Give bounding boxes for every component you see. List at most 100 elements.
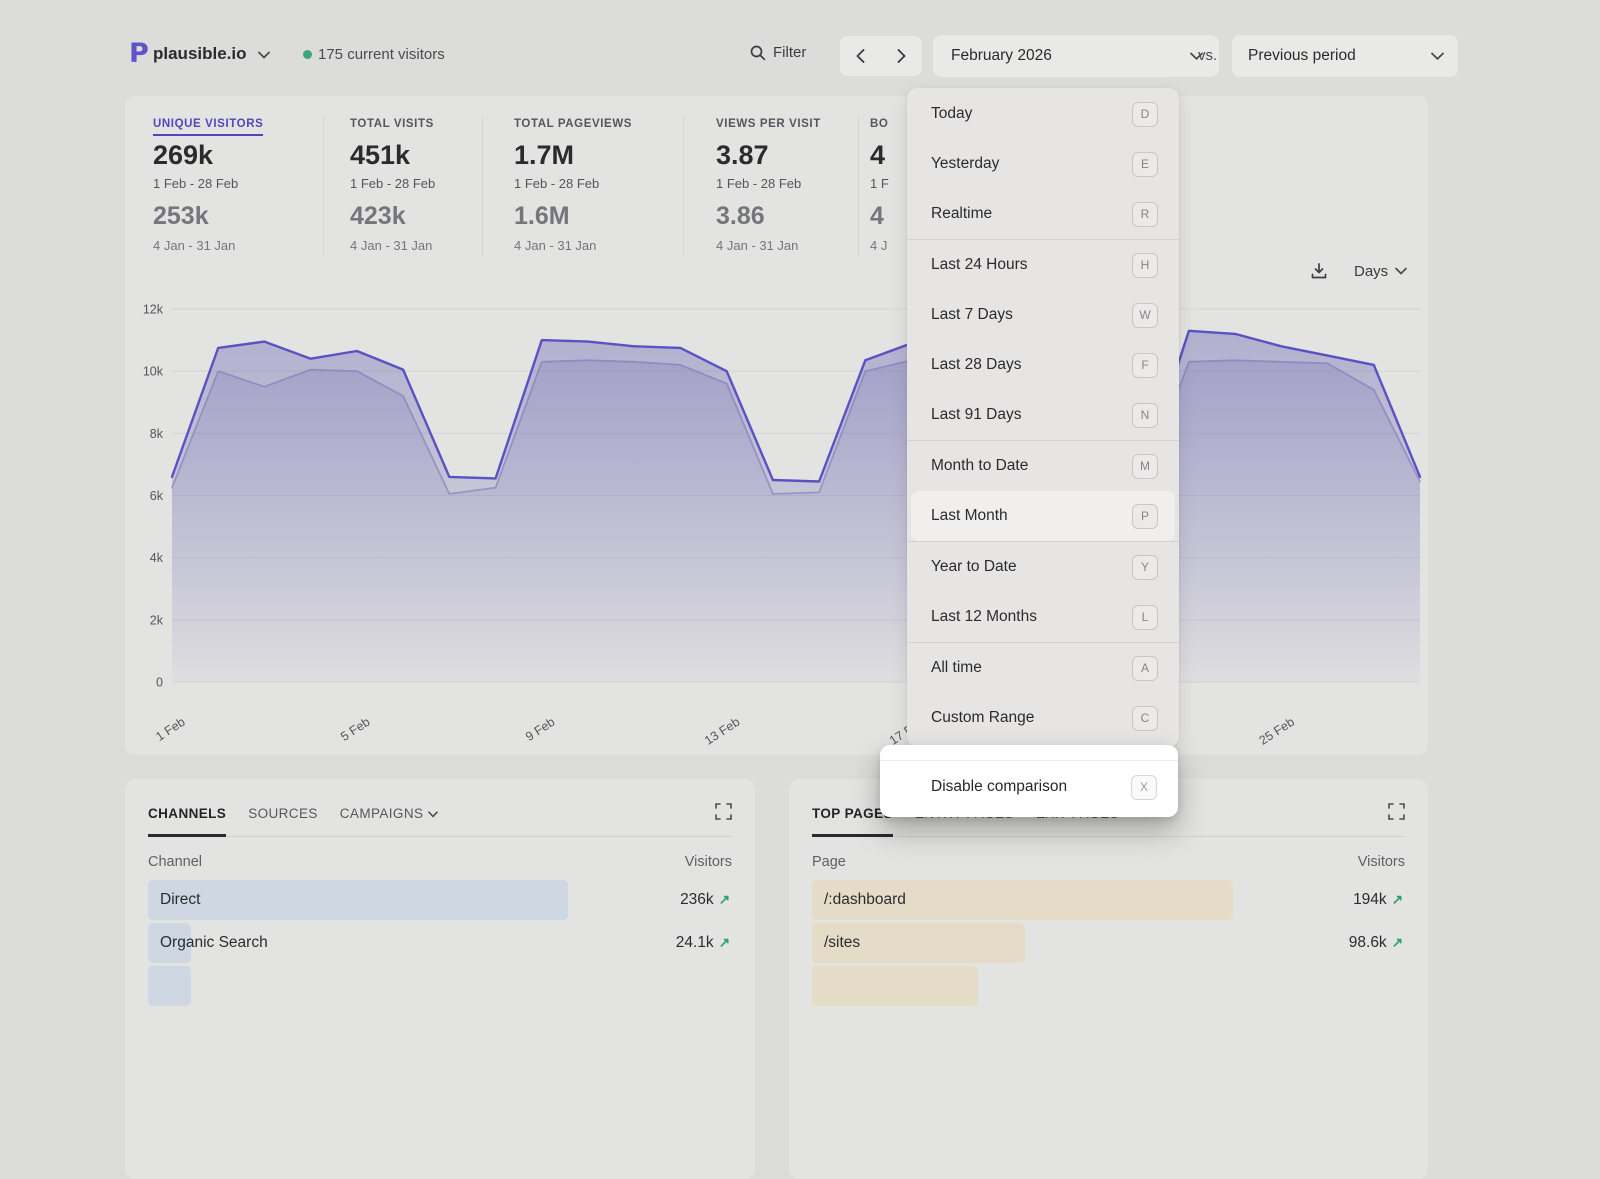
row-value: 24.1k↗ (676, 923, 730, 963)
menu-item-yesterday[interactable]: YesterdayE (907, 139, 1179, 189)
prev-period-arrow-button[interactable] (840, 36, 881, 76)
menu-item-label: Custom Range (931, 709, 1034, 727)
shortcut-key-badge: A (1132, 656, 1158, 681)
menu-item-disable-comparison[interactable]: Disable comparison X (907, 761, 1178, 813)
menu-item-label: Month to Date (931, 457, 1028, 475)
column-header-right: Visitors (1358, 854, 1405, 870)
filter-label: Filter (773, 44, 806, 61)
menu-item-last-24-hours[interactable]: Last 24 Hours H (907, 240, 1179, 290)
svg-text:13 Feb: 13 Feb (702, 715, 742, 748)
row-bar (148, 966, 191, 1006)
svg-text:4k: 4k (150, 551, 164, 565)
live-visitors-dot-icon (303, 50, 312, 59)
menu-item-last-month[interactable]: Last Month P (911, 491, 1175, 541)
plausible-logo-icon: P (129, 38, 149, 69)
trend-up-arrow-icon: ↗ (1392, 935, 1403, 951)
shortcut-key-badge: C (1132, 706, 1158, 731)
visitors-chart[interactable]: 02k4k6k8k10k12k1 Feb5 Feb9 Feb13 Feb17 F… (125, 96, 1428, 755)
menu-item-today[interactable]: Today D (907, 89, 1179, 139)
vs-label: vs. (1198, 47, 1217, 64)
date-nav-arrows (840, 36, 922, 76)
tab-campaigns[interactable]: CAMPAIGNS (340, 806, 439, 834)
menu-item-label: All time (931, 659, 982, 677)
svg-text:25 Feb: 25 Feb (1257, 715, 1297, 748)
site-chevron-down-icon[interactable] (258, 51, 270, 59)
menu-item-realtime[interactable]: Realtime R (907, 189, 1179, 239)
menu-item-last-12-months[interactable]: Last 12 Months L (907, 592, 1179, 642)
comparison-menu: Disable comparison X (880, 745, 1178, 817)
trend-up-arrow-icon: ↗ (719, 935, 730, 951)
site-name[interactable]: plausible.io (153, 44, 247, 64)
shortcut-key-badge: H (1132, 253, 1158, 278)
shortcut-key-badge: F (1132, 353, 1158, 378)
shortcut-key-badge: P (1132, 504, 1158, 529)
row-value: 194k↗ (1353, 880, 1403, 920)
comparison-value: Previous period (1248, 47, 1356, 65)
pages-panel: TOP PAGESENTRY PAGESEXIT PAGESPageVisito… (789, 779, 1428, 1179)
shortcut-key-badge: D (1132, 102, 1158, 127)
menu-item-month-to-date[interactable]: Month to Date M (907, 441, 1179, 491)
table-row[interactable]: /:dashboard 194k↗ (812, 880, 1405, 920)
menu-item-last-7-days[interactable]: Last 7 DaysW (907, 290, 1179, 340)
chevron-down-icon (1431, 52, 1444, 60)
right-table-rows: /:dashboard 194k↗ /sites 98.6k↗ (812, 880, 1405, 1006)
menu-item-label: Disable comparison (931, 778, 1067, 796)
tab-channels[interactable]: CHANNELS (148, 806, 226, 837)
current-visitors-count[interactable]: 175 current visitors (318, 46, 445, 63)
date-range-select[interactable]: February 2026 (933, 35, 1219, 77)
menu-item-last-28-days[interactable]: Last 28 DaysF (907, 340, 1179, 390)
left-panel-tabs: CHANNELS SOURCES CAMPAIGNS (148, 805, 732, 837)
chevron-down-icon (428, 811, 438, 818)
row-value: 236k↗ (680, 880, 730, 920)
expand-icon[interactable] (715, 803, 732, 820)
svg-text:1 Feb: 1 Feb (153, 715, 187, 744)
svg-text:2k: 2k (150, 613, 164, 627)
row-label[interactable]: Direct (160, 880, 200, 920)
row-label[interactable]: /:dashboard (824, 880, 906, 920)
table-row[interactable]: Organic Search 24.1k↗ (148, 923, 732, 963)
dashboard-main-card: UNIQUE VISITORS269k1 Feb - 28 Feb253k4 J… (125, 96, 1428, 755)
right-table-header: PageVisitors (812, 854, 1405, 870)
menu-item-label: Realtime (931, 205, 992, 223)
row-label[interactable]: /sites (824, 923, 860, 963)
svg-text:10k: 10k (143, 365, 164, 379)
row-label[interactable]: Organic Search (160, 923, 268, 963)
expand-icon[interactable] (1388, 803, 1405, 820)
menu-item-last-91-days[interactable]: Last 91 DaysN (907, 390, 1179, 440)
menu-item-label: Last Month (931, 507, 1008, 525)
menu-item-label: Yesterday (931, 155, 999, 173)
svg-text:5 Feb: 5 Feb (338, 715, 372, 744)
menu-item-label: Year to Date (931, 558, 1017, 576)
menu-item-label: Last 24 Hours (931, 256, 1028, 274)
column-header-right: Visitors (685, 854, 732, 870)
filter-button[interactable]: Filter (750, 44, 806, 61)
search-icon (750, 45, 766, 61)
channels-panel: CHANNELS SOURCES CAMPAIGNS Channel Visitors D… (125, 779, 755, 1179)
trend-up-arrow-icon: ↗ (719, 892, 730, 908)
menu-item-custom-range[interactable]: Custom Range C (907, 693, 1179, 743)
tab-sources[interactable]: SOURCES (248, 806, 318, 834)
menu-item-label: Today (931, 105, 972, 123)
left-table-header: Channel Visitors (148, 854, 732, 870)
table-row[interactable]: /sites 98.6k↗ (812, 923, 1405, 963)
table-row[interactable]: Direct 236k↗ (148, 880, 732, 920)
shortcut-key-badge: L (1132, 605, 1158, 630)
date-range-menu: TodayDYesterdayERealtimeRLast 24 HoursHL… (907, 88, 1179, 747)
comparison-select[interactable]: Previous period (1232, 35, 1458, 77)
menu-item-year-to-date[interactable]: Year to Date Y (907, 542, 1179, 592)
svg-text:8k: 8k (150, 427, 164, 441)
column-header-left: Channel (148, 854, 202, 870)
menu-item-all-time[interactable]: All time A (907, 643, 1179, 693)
table-row-partial (812, 966, 1405, 1006)
shortcut-key-badge: X (1131, 775, 1157, 800)
row-bar (812, 966, 978, 1006)
row-value: 98.6k↗ (1349, 923, 1403, 963)
menu-item-label: Last 12 Months (931, 608, 1037, 626)
next-period-arrow-button[interactable] (881, 36, 922, 76)
svg-text:0: 0 (156, 676, 163, 690)
svg-text:12k: 12k (143, 303, 164, 317)
shortcut-key-badge: W (1132, 303, 1158, 328)
shortcut-key-badge: M (1132, 454, 1158, 479)
shortcut-key-badge: Y (1132, 555, 1158, 580)
shortcut-key-badge: R (1132, 202, 1158, 227)
